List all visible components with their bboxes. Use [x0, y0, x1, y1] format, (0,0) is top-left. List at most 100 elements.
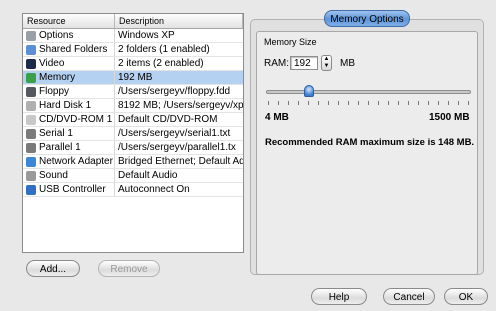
- resource-name: Video: [39, 58, 65, 69]
- resource-table: Resource Description Options Windows XP Sh…: [22, 13, 244, 253]
- slider-tick: [358, 101, 359, 105]
- slider-tick: [448, 101, 449, 105]
- tab-memory-options[interactable]: Memory Options: [324, 10, 410, 27]
- column-header-resource[interactable]: Resource: [23, 14, 115, 28]
- ok-button[interactable]: OK: [444, 288, 488, 305]
- parallel-port-icon: [26, 142, 36, 153]
- resource-description: 192 MB: [118, 72, 153, 83]
- resource-name: Serial 1: [39, 128, 73, 139]
- table-row[interactable]: Network Adapter Bridged Ethernet; Default…: [23, 155, 243, 169]
- slider-min-label: 4 MB: [265, 112, 289, 123]
- slider-max-label: 1500 MB: [429, 112, 470, 123]
- resource-cell: Options: [23, 29, 115, 42]
- table-row[interactable]: Options Windows XP: [23, 29, 243, 43]
- gear-icon: [26, 30, 36, 41]
- recommendation-text: Recommended RAM maximum size is 148 MB.: [265, 137, 475, 148]
- resource-name: USB Controller: [39, 184, 106, 195]
- memory-size-heading: Memory Size: [264, 37, 317, 47]
- slider-tick: [458, 101, 459, 105]
- resource-cell: Serial 1: [23, 127, 115, 140]
- slider-tick: [428, 101, 429, 105]
- resource-description: 2 items (2 enabled): [118, 58, 204, 69]
- resource-description: Autoconnect On: [118, 184, 190, 195]
- add-button[interactable]: Add...: [26, 260, 80, 277]
- slider-tick: [388, 101, 389, 105]
- slider-tick: [338, 101, 339, 105]
- slider-tick: [468, 101, 469, 105]
- resource-description: Default Audio: [118, 170, 178, 181]
- slider-tick: [368, 101, 369, 105]
- resource-name: Options: [39, 30, 74, 41]
- table-row[interactable]: CD/DVD-ROM 1 Default CD/DVD-ROM: [23, 113, 243, 127]
- resource-name: Shared Folders: [39, 44, 108, 55]
- resource-description: 2 folders (1 enabled): [118, 44, 210, 55]
- folder-icon: [26, 44, 36, 55]
- help-button[interactable]: Help: [311, 288, 367, 305]
- resource-cell: Sound: [23, 169, 115, 182]
- slider-tick: [418, 101, 419, 105]
- table-body: Options Windows XP Shared Folders 2 folders…: [23, 29, 243, 197]
- ram-label: RAM:: [264, 58, 289, 69]
- ram-unit-label: MB: [340, 58, 355, 69]
- resource-description: Default CD/DVD-ROM: [118, 114, 218, 125]
- slider-tick: [348, 101, 349, 105]
- serial-port-icon: [26, 128, 36, 139]
- cd-icon: [26, 114, 36, 125]
- resource-description: 8192 MB; /Users/sergeyv/xp: [118, 100, 243, 111]
- resource-name: Sound: [39, 170, 68, 181]
- memory-slider-track[interactable]: [266, 90, 471, 94]
- table-row[interactable]: Video 2 items (2 enabled): [23, 57, 243, 71]
- slider-tick: [318, 101, 319, 105]
- resource-name: Floppy: [39, 86, 70, 97]
- resource-cell: CD/DVD-ROM 1: [23, 113, 115, 126]
- resource-cell: Hard Disk 1: [23, 99, 115, 112]
- resource-cell: Network Adapter: [23, 155, 115, 168]
- table-row[interactable]: USB Controller Autoconnect On: [23, 183, 243, 197]
- table-row[interactable]: Sound Default Audio: [23, 169, 243, 183]
- stepper-down-icon[interactable]: ▼: [322, 63, 331, 70]
- resource-cell: Memory: [23, 71, 115, 84]
- table-row[interactable]: Serial 1/Users/sergeyv/serial1.txt: [23, 127, 243, 141]
- slider-tick: [398, 101, 399, 105]
- resource-name: Network Adapter: [39, 156, 113, 167]
- resource-description: Bridged Ethernet; Default Ad: [118, 156, 243, 167]
- memory-slider-thumb[interactable]: [303, 85, 314, 97]
- resource-name: Hard Disk 1: [39, 100, 92, 111]
- table-row[interactable]: Memory 192 MB: [23, 71, 243, 85]
- resource-description: Windows XP: [118, 30, 175, 41]
- table-header: Resource Description: [23, 14, 243, 29]
- slider-tick: [308, 101, 309, 105]
- hard-disk-icon: [26, 100, 36, 111]
- table-row[interactable]: Parallel 1/Users/sergeyv/parallel1.tx: [23, 141, 243, 155]
- table-row[interactable]: Shared Folders 2 folders (1 enabled): [23, 43, 243, 57]
- slider-tick: [288, 101, 289, 105]
- network-icon: [26, 156, 36, 167]
- cancel-button[interactable]: Cancel: [383, 288, 435, 305]
- resource-name: Memory: [39, 72, 76, 83]
- floppy-icon: [26, 86, 36, 97]
- resource-name: CD/DVD-ROM 1: [39, 114, 113, 125]
- resource-cell: Shared Folders: [23, 43, 115, 56]
- resource-description: /Users/sergeyv/parallel1.tx: [118, 142, 236, 153]
- slider-tick: [408, 101, 409, 105]
- resource-cell: Floppy: [23, 85, 115, 98]
- resource-description: /Users/sergeyv/floppy.fdd: [118, 86, 231, 97]
- resource-name: Parallel 1: [39, 142, 81, 153]
- resource-cell: Parallel 1: [23, 141, 115, 154]
- memory-icon: [26, 72, 36, 83]
- slider-tick: [438, 101, 439, 105]
- slider-tick: [328, 101, 329, 105]
- ram-stepper[interactable]: ▲ ▼: [321, 55, 332, 71]
- remove-button[interactable]: Remove: [98, 260, 160, 277]
- column-header-description[interactable]: Description: [115, 14, 243, 28]
- slider-tick: [378, 101, 379, 105]
- table-row[interactable]: Floppy/Users/sergeyv/floppy.fdd: [23, 85, 243, 99]
- sound-icon: [26, 170, 36, 181]
- slider-tick: [278, 101, 279, 105]
- ram-input[interactable]: 192: [290, 56, 318, 70]
- table-row[interactable]: Hard Disk 1 8192 MB; /Users/sergeyv/xp: [23, 99, 243, 113]
- slider-tick: [298, 101, 299, 105]
- stepper-up-icon[interactable]: ▲: [322, 56, 331, 63]
- monitor-icon: [26, 58, 36, 69]
- resource-cell: Video: [23, 57, 115, 70]
